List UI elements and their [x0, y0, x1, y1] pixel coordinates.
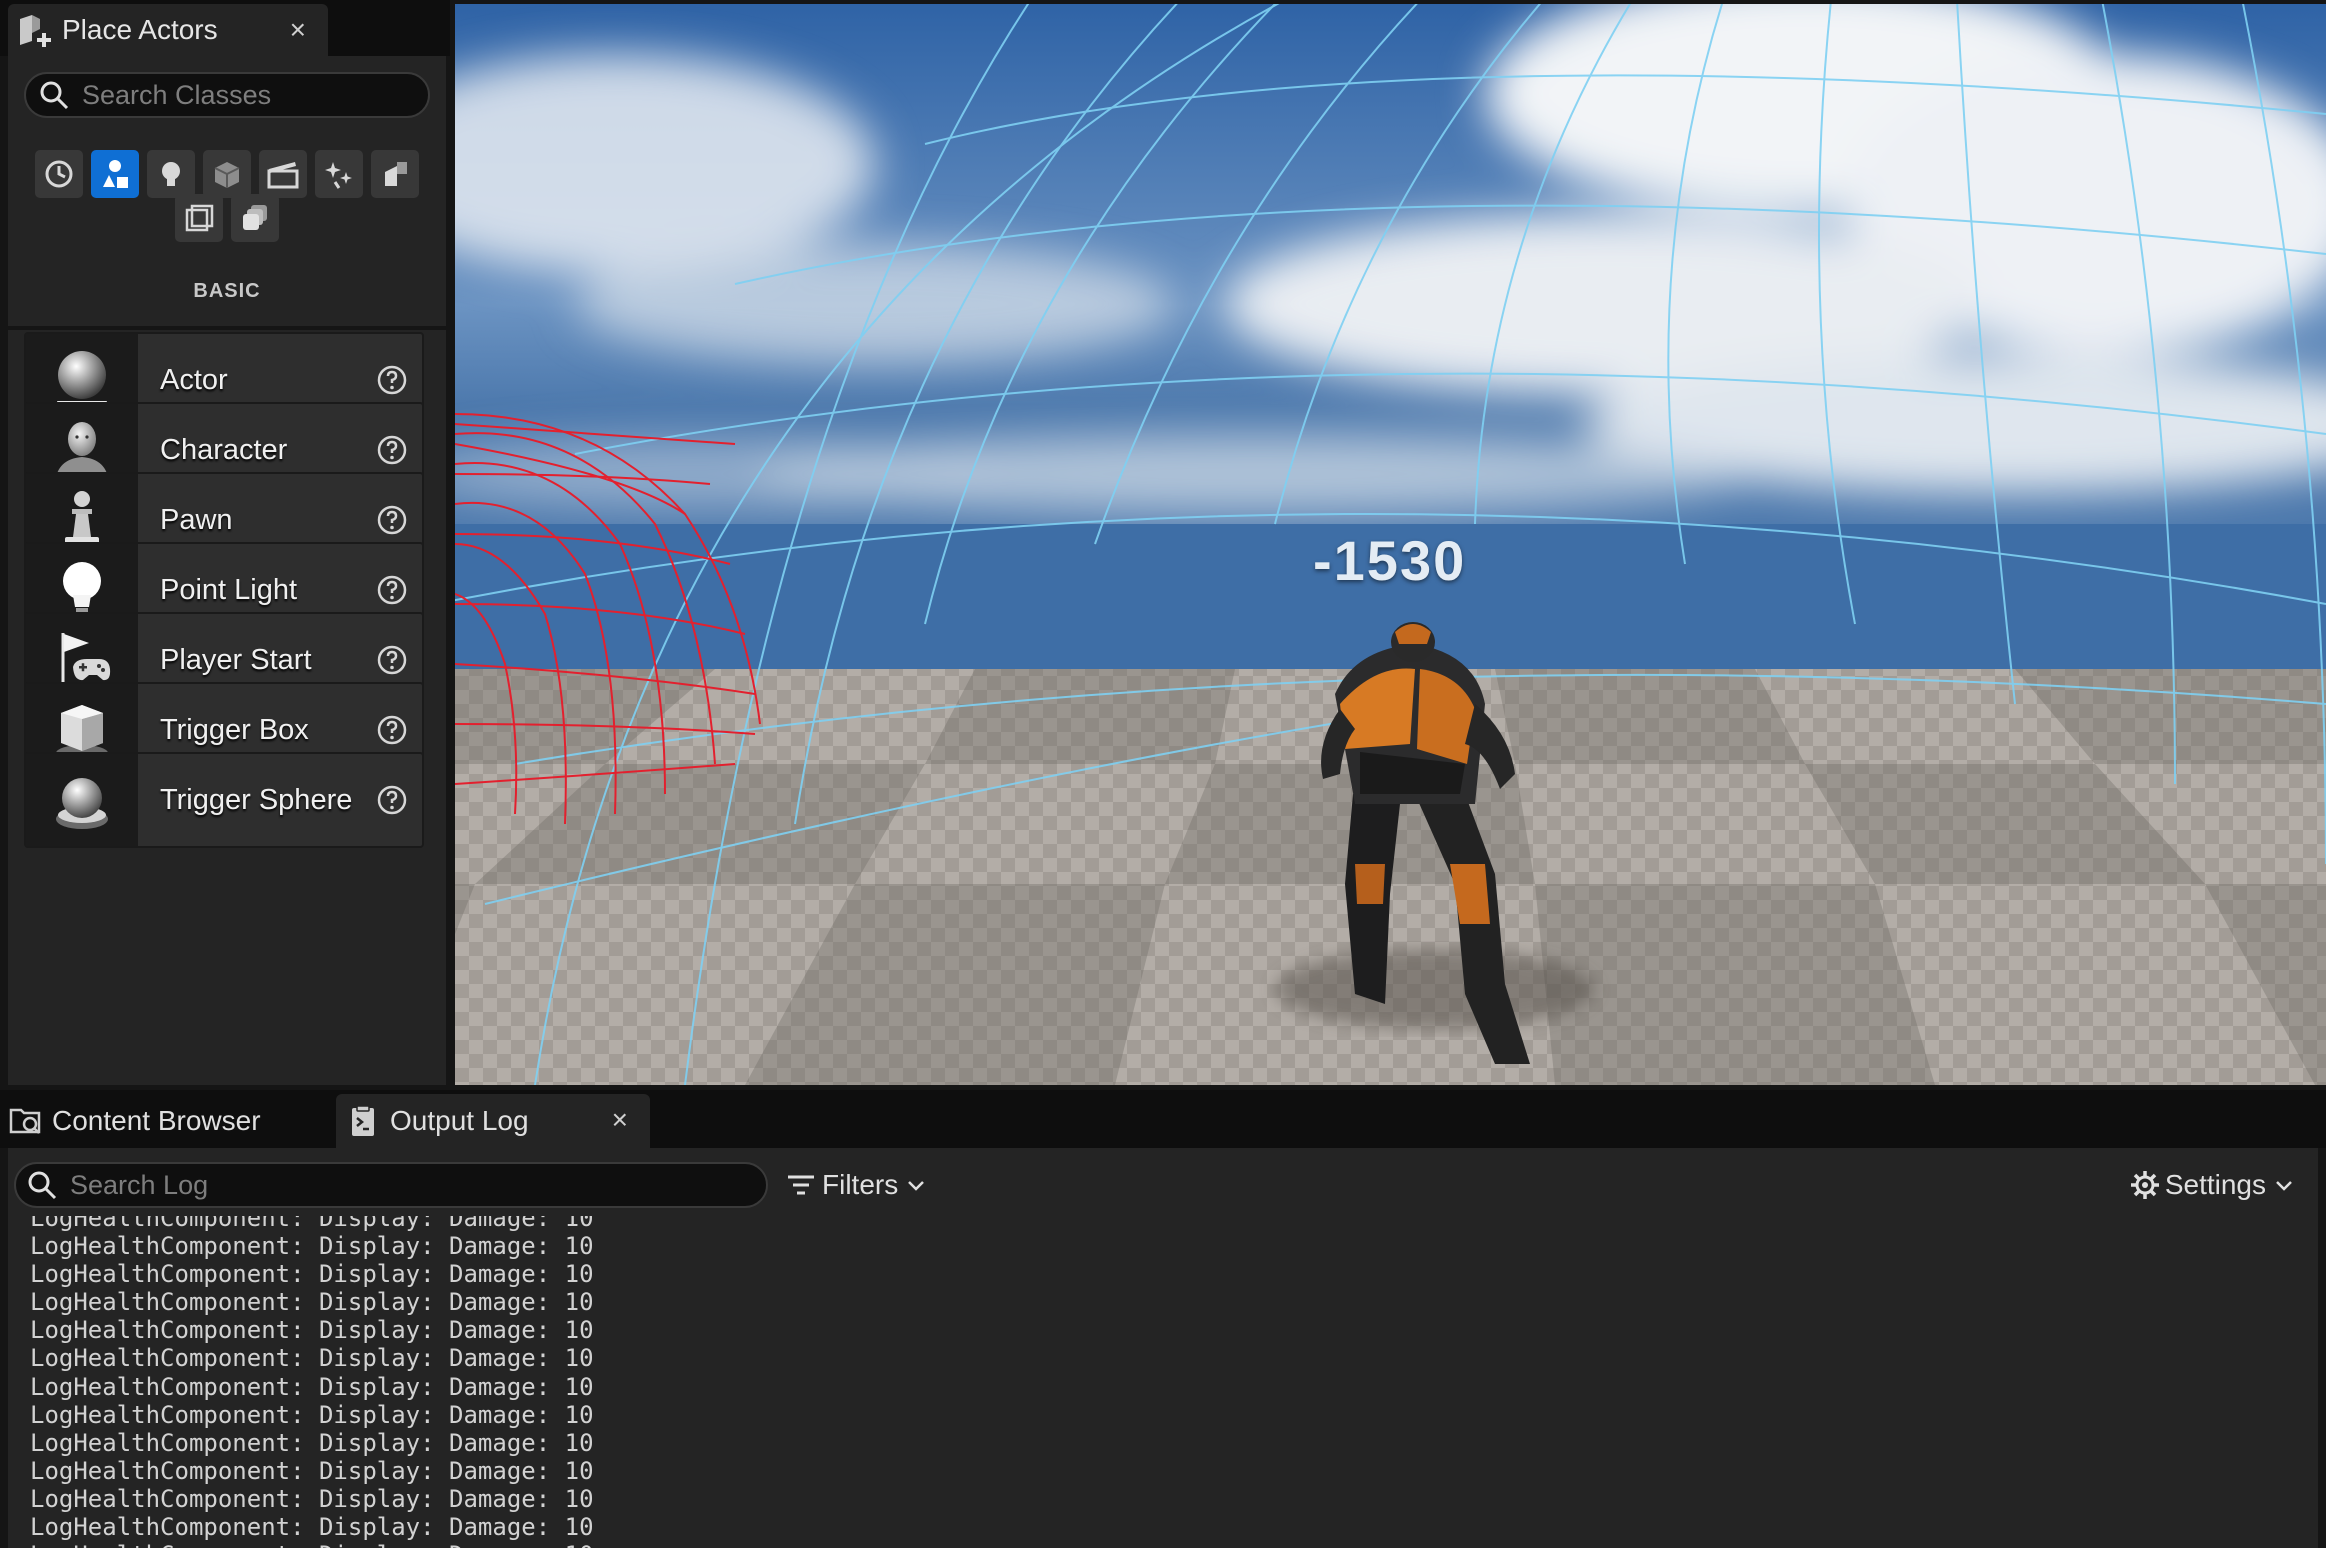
log-line: LogHealthComponent: Display: Damage: 10: [30, 1232, 594, 1261]
gear-icon: [2130, 1171, 2159, 1199]
tab-content-browser-label: Content Browser: [52, 1105, 261, 1136]
geometry-icon: [385, 162, 407, 186]
actor-label: Trigger Box: [160, 713, 309, 746]
help-icon[interactable]: [376, 644, 408, 676]
category-geometry[interactable]: [371, 150, 419, 198]
category-shapes[interactable]: [203, 150, 251, 198]
place-actors-title: Place Actors: [62, 14, 218, 45]
help-icon[interactable]: [376, 574, 408, 606]
search-icon: [40, 81, 69, 110]
filters-label: Filters: [822, 1169, 899, 1200]
help-icon[interactable]: [376, 504, 408, 536]
volumes-icon: [185, 204, 214, 232]
category-row-1: [8, 150, 446, 198]
actor-label: Point Light: [160, 573, 298, 606]
category-recent[interactable]: [35, 150, 83, 198]
help-icon[interactable]: [376, 784, 408, 816]
search-icon: [28, 1171, 57, 1200]
search-classes-placeholder: Search Classes: [82, 79, 272, 110]
log-toolbar: Search Log Filters Settings: [8, 1148, 2318, 1216]
close-icon[interactable]: ×: [612, 1104, 628, 1136]
shapes-icon: [214, 162, 240, 188]
tab-content-browser[interactable]: Content Browser: [8, 1094, 328, 1148]
log-line: LogHealthComponent: Display: Damage: 10: [30, 1513, 594, 1542]
category-cinematic[interactable]: [259, 150, 307, 198]
log-line: LogHealthComponent: Display: Damage: 10: [30, 1216, 594, 1232]
visual-effects-icon: [325, 162, 352, 189]
actor-item-trigger-sphere[interactable]: Trigger Sphere: [24, 752, 424, 848]
category-lights[interactable]: [147, 150, 195, 198]
place-actors-panel: Place Actors × Search Classes BASIC Acto…: [0, 0, 450, 1085]
bottom-panel: Content Browser Output Log × Search Log: [0, 1090, 2326, 1548]
category-label: BASIC: [193, 280, 261, 302]
log-line: LogHealthComponent: Display: Damage: 10: [30, 1484, 594, 1513]
actor-label: Trigger Sphere: [160, 783, 353, 816]
actor-label: Character: [160, 433, 288, 466]
tab-output-log[interactable]: Output Log ×: [336, 1094, 650, 1148]
actor-label: Actor: [160, 363, 228, 396]
lights-icon: [162, 162, 180, 186]
filter-icon: [788, 1175, 814, 1195]
actor-label: Pawn: [160, 503, 233, 536]
log-line: LogHealthComponent: Display: Damage: 10: [30, 1260, 594, 1289]
damage-number: -1530: [1313, 529, 1467, 592]
cinematic-icon: [267, 162, 299, 189]
log-line: LogHealthComponent: Display: Damage: 10: [30, 1456, 594, 1485]
search-classes-input[interactable]: Search Classes: [24, 72, 430, 118]
category-row-2: [8, 194, 446, 242]
settings-button[interactable]: Settings: [2129, 1164, 2296, 1206]
search-log-placeholder: Search Log: [70, 1169, 209, 1200]
search-log-input[interactable]: Search Log: [14, 1162, 768, 1208]
category-volumes[interactable]: [175, 194, 223, 242]
help-icon[interactable]: [376, 364, 408, 396]
category-all-classes[interactable]: [231, 194, 279, 242]
log-lines: LogHealthComponent: Display: Damage: 10 L…: [30, 1216, 594, 1548]
log-line: LogHealthComponent: Display: Damage: 10: [30, 1541, 594, 1548]
output-log-area[interactable]: LogHealthComponent: Display: Damage: 10 L…: [8, 1216, 2318, 1548]
place-actors-header: Search Classes BASIC: [8, 56, 446, 326]
tab-output-log-label: Output Log: [390, 1105, 529, 1136]
filters-button[interactable]: Filters: [786, 1164, 928, 1206]
actor-thumbnail: [26, 754, 138, 846]
level-viewport[interactable]: -1530: [455, 4, 2326, 1085]
log-line: LogHealthComponent: Display: Damage: 10: [30, 1316, 594, 1345]
log-line: LogHealthComponent: Display: Damage: 10: [30, 1428, 594, 1457]
basic-shapes-icon: [103, 160, 128, 188]
log-line: LogHealthComponent: Display: Damage: 10: [30, 1372, 594, 1401]
category-basic[interactable]: [91, 150, 139, 198]
recent-icon: [45, 160, 73, 188]
chevron-down-icon: [2276, 1181, 2292, 1191]
log-line: LogHealthComponent: Display: Damage: 10: [30, 1400, 594, 1429]
actor-label: Player Start: [160, 643, 312, 676]
place-actors-tab[interactable]: Place Actors ×: [8, 4, 328, 56]
chevron-down-icon: [908, 1181, 925, 1191]
help-icon[interactable]: [376, 714, 408, 746]
bottom-tab-bar: Content Browser Output Log ×: [0, 1090, 2326, 1148]
all-classes-icon: [243, 205, 267, 230]
output-log-icon: [352, 1105, 374, 1136]
help-icon[interactable]: [376, 434, 408, 466]
place-actors-tab-bar: Place Actors ×: [0, 0, 450, 56]
settings-label: Settings: [2164, 1169, 2266, 1200]
content-browser-icon: [9, 1108, 41, 1134]
trigger-sphere-icon: [56, 778, 108, 829]
log-line: LogHealthComponent: Display: Damage: 10: [30, 1288, 594, 1317]
place-actors-icon: [20, 15, 51, 47]
category-visual-effects[interactable]: [315, 150, 363, 198]
actor-list: Actor Character Pawn Point Light Player …: [8, 330, 446, 1085]
close-icon[interactable]: ×: [290, 14, 306, 46]
log-line: LogHealthComponent: Display: Damage: 10: [30, 1344, 594, 1373]
